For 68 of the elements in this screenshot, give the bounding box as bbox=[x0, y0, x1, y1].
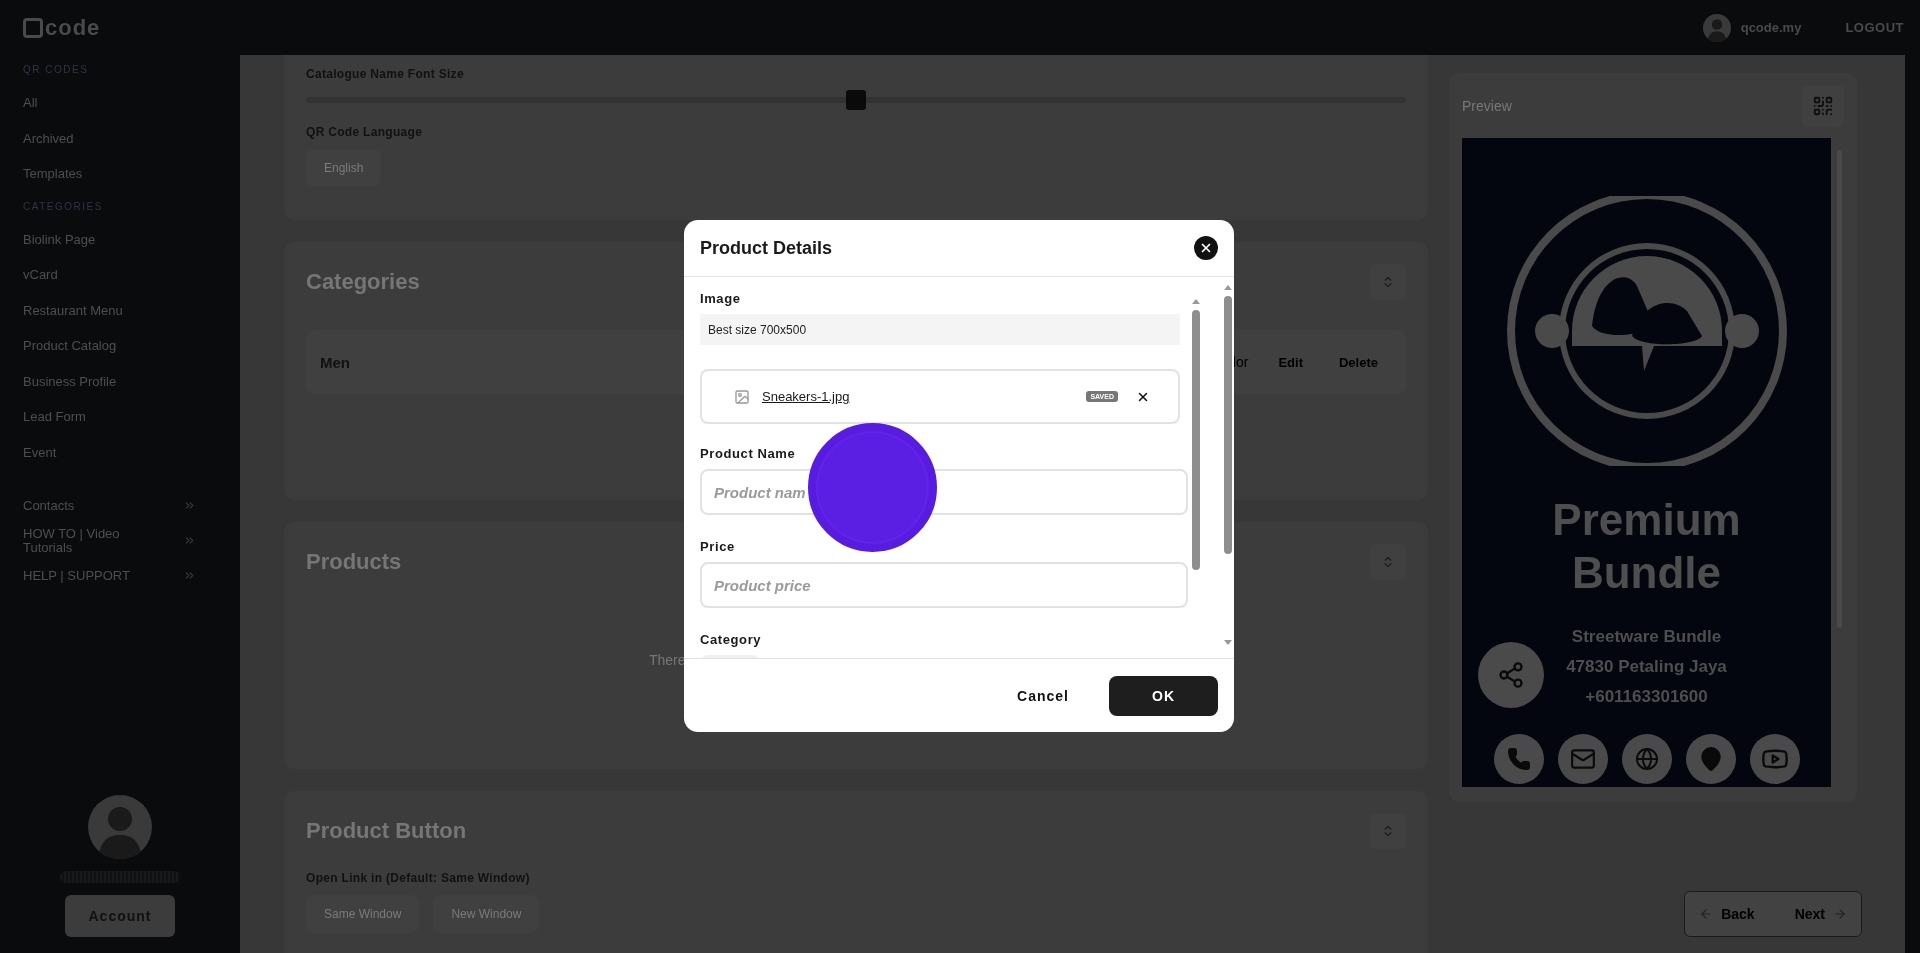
logo-icon bbox=[23, 17, 43, 38]
scrollbar-thumb[interactable] bbox=[1224, 296, 1232, 554]
file-link[interactable]: Sneakers-1.jpg bbox=[762, 389, 850, 404]
close-button[interactable] bbox=[1194, 236, 1218, 260]
left-arrow-icon bbox=[1699, 907, 1714, 921]
ok-button[interactable]: OK bbox=[1109, 675, 1218, 716]
scroll-up-icon[interactable] bbox=[1224, 285, 1232, 290]
empty-message: There bbox=[649, 652, 687, 668]
field-label: Product Name bbox=[700, 446, 797, 461]
sidebar-item[interactable]: Product Catalog bbox=[23, 328, 240, 364]
preview-heading: Premium Bundle bbox=[1551, 494, 1742, 599]
user-name: qcode.my bbox=[1740, 20, 1802, 35]
card-title: Product Button bbox=[306, 818, 467, 844]
dialog-title: Product Details bbox=[700, 237, 833, 259]
row-action[interactable]: Edit bbox=[1272, 354, 1309, 370]
field-label: Category bbox=[700, 632, 763, 647]
qr-code-button[interactable] bbox=[1802, 84, 1844, 127]
language-button[interactable]: English bbox=[306, 149, 382, 187]
preview-info: Streetware Bundle bbox=[1571, 625, 1722, 648]
back-button[interactable]: Back bbox=[1699, 906, 1755, 922]
section-heading: QR CODES bbox=[23, 64, 90, 75]
share-icon bbox=[1497, 661, 1525, 689]
sidebar-link[interactable]: Contacts bbox=[23, 488, 240, 523]
sidebar-item[interactable]: Business Profile bbox=[23, 363, 240, 399]
row-action[interactable]: Delete bbox=[1332, 354, 1384, 370]
scroll-up-icon[interactable] bbox=[1192, 299, 1200, 304]
sidebar-item[interactable]: Event bbox=[23, 434, 240, 470]
slider-thumb[interactable] bbox=[846, 90, 866, 110]
option-button[interactable]: Same Window bbox=[306, 895, 420, 933]
double-chevron-icon bbox=[183, 534, 196, 547]
qr-code-icon bbox=[1812, 94, 1834, 117]
sidebar-link[interactable]: HOW TO | Video Tutorials bbox=[23, 523, 240, 558]
double-chevron-icon bbox=[183, 569, 196, 582]
cancel-button[interactable]: Cancel bbox=[1005, 675, 1081, 716]
next-button[interactable]: Next bbox=[1794, 906, 1847, 922]
partial-action: lor bbox=[1232, 354, 1249, 370]
option-button[interactable]: New Window bbox=[433, 895, 540, 933]
collapse-button[interactable] bbox=[1370, 544, 1406, 580]
sidebar-item[interactable]: Templates bbox=[23, 156, 240, 192]
sidebar-item[interactable]: Restaurant Menu bbox=[23, 292, 240, 328]
sidebar-item[interactable]: All bbox=[23, 85, 240, 121]
sidebar-item[interactable]: Archived bbox=[23, 120, 240, 156]
double-chevron-icon bbox=[183, 499, 196, 512]
logo-text: code bbox=[45, 14, 101, 41]
close-icon bbox=[1199, 241, 1213, 255]
globe-icon bbox=[1634, 746, 1659, 771]
preview-info: +601163301600 bbox=[1585, 685, 1708, 708]
scroll-down-icon[interactable] bbox=[1224, 640, 1232, 645]
sidebar-item[interactable]: Biolink Page bbox=[23, 221, 240, 257]
phone-icon bbox=[1506, 746, 1531, 771]
card-title: Products bbox=[306, 549, 402, 575]
collapse-button[interactable] bbox=[1370, 813, 1406, 849]
section-heading: CATEGORIES bbox=[23, 200, 104, 212]
preview-title: Preview bbox=[1462, 97, 1512, 114]
slider[interactable] bbox=[306, 90, 1406, 110]
sidebar-item[interactable]: vCard bbox=[23, 257, 240, 293]
scrollbar-thumb[interactable] bbox=[1192, 310, 1200, 570]
logout-link[interactable]: LOGOUT bbox=[1845, 20, 1904, 35]
sidebar-item[interactable]: Lead Form bbox=[23, 399, 240, 435]
image-hint: Best size 700x500 bbox=[700, 314, 1180, 345]
sidebar-link[interactable]: HELP | SUPPORT bbox=[23, 558, 240, 593]
field-label: Price bbox=[700, 539, 736, 554]
collapse-button[interactable] bbox=[1370, 264, 1406, 300]
image-icon bbox=[734, 388, 750, 405]
card-title: Categories bbox=[306, 269, 420, 295]
preview-info: 47830 Petaling Jaya bbox=[1566, 655, 1727, 678]
field-label: Image bbox=[700, 291, 742, 306]
text-input[interactable]: Product price bbox=[700, 562, 1188, 608]
